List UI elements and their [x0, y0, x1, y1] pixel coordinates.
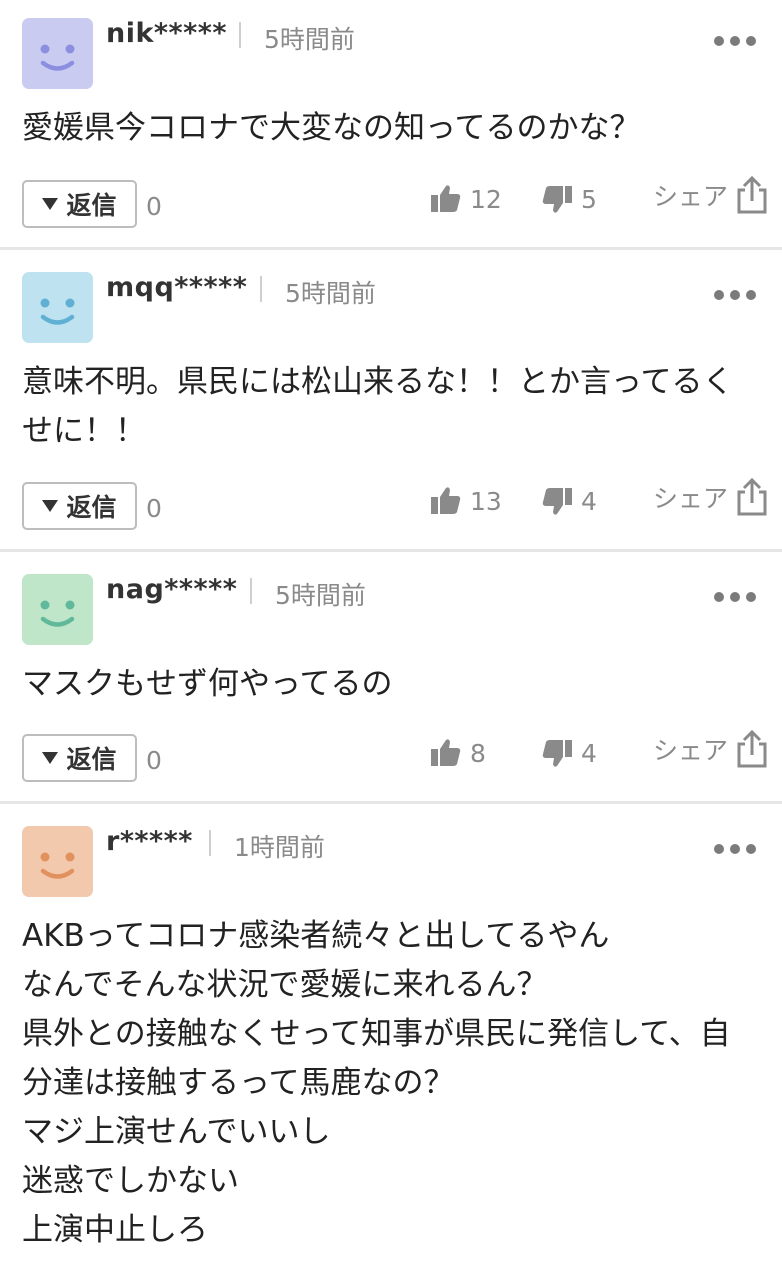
comment-line: 愛媛県今コロナで大変なの知ってるのかな？	[22, 110, 641, 146]
smiley-face-icon	[22, 18, 93, 89]
thumbs-up-icon	[431, 739, 461, 766]
reply-label: 返信	[66, 745, 117, 774]
avatar[interactable]	[22, 574, 93, 645]
comment-card: nik***** 5時間前 愛媛県今コロナで大変なの知ってるのかな？ 返信 0 …	[0, 0, 782, 247]
share-icon	[737, 478, 767, 516]
comment-actions: 返信 0 8 4 シェア	[0, 730, 782, 784]
thumbs-down-icon	[542, 740, 572, 767]
thumbs-down-icon	[542, 186, 572, 213]
comment-card: nag***** 5時間前 マスクもせず何やってるの 返信 0 8 4 シェア	[0, 552, 782, 801]
post-time: 5時間前	[285, 279, 376, 308]
dislike-count: 4	[581, 486, 597, 516]
like-count: 8	[470, 738, 486, 768]
comment-line: マジ上演せんでいいし	[22, 1114, 331, 1150]
comment-line: 上演中止しろ	[22, 1212, 208, 1248]
reply-button[interactable]: 返信	[22, 180, 137, 228]
reply-count: 0	[146, 494, 162, 523]
caret-down-icon	[42, 500, 59, 512]
header-divider	[209, 830, 211, 856]
more-options-icon[interactable]	[714, 36, 756, 46]
post-time: 5時間前	[264, 25, 355, 54]
username[interactable]: nik*****	[106, 18, 227, 49]
share-label: シェア	[652, 484, 728, 513]
share-button[interactable]: シェア	[653, 176, 768, 214]
comment-text: 愛媛県今コロナで大変なの知ってるのかな？	[22, 104, 762, 153]
like-count: 12	[470, 184, 502, 214]
dislike-count: 5	[581, 184, 597, 214]
comment-line: マスクもせず何やってるの	[22, 666, 393, 702]
share-label: シェア	[652, 182, 728, 211]
comment-text: 意味不明。県民には松山来るな！！とか言ってるく せに！！	[22, 358, 762, 456]
header-divider	[260, 276, 262, 302]
share-button[interactable]: シェア	[653, 730, 768, 768]
comment-text: AKBってコロナ感染者続々と出してるやん なんでそんな状況で愛媛に来れるん？ 県…	[22, 912, 762, 1255]
share-label: シェア	[652, 736, 728, 765]
reply-label: 返信	[66, 191, 117, 220]
comment-actions: 返信 0 12 5 シェア	[0, 176, 782, 230]
thumbs-up-icon	[431, 185, 461, 212]
comment-actions: 返信 0 13 4 シェア	[0, 478, 782, 532]
post-time: 1時間前	[234, 833, 325, 862]
more-options-icon[interactable]	[714, 844, 756, 854]
caret-down-icon	[42, 752, 59, 764]
post-time: 5時間前	[275, 581, 366, 610]
dislike-button[interactable]: 4	[541, 738, 597, 768]
like-count: 13	[470, 486, 502, 516]
comment-card: r***** 1時間前 AKBってコロナ感染者続々と出してるやん なんでそんな状…	[0, 804, 782, 1280]
more-options-icon[interactable]	[714, 290, 756, 300]
avatar[interactable]	[22, 826, 93, 897]
reply-button[interactable]: 返信	[22, 734, 137, 782]
username[interactable]: r*****	[106, 826, 193, 857]
username[interactable]: nag*****	[106, 574, 237, 605]
comment-line: なんでそんな状況で愛媛に来れるん？	[22, 967, 548, 1003]
comment-line: せに！！	[22, 413, 146, 449]
comment-line: AKBってコロナ感染者続々と出してるやん	[22, 918, 610, 954]
reply-label: 返信	[66, 493, 117, 522]
comment-line: 迷惑でしかない	[22, 1163, 239, 1199]
comment-card: mqq***** 5時間前 意味不明。県民には松山来るな！！とか言ってるく せに…	[0, 250, 782, 549]
smiley-face-icon	[22, 272, 93, 343]
comment-line: 分達は接触するって馬鹿なの？	[22, 1065, 455, 1101]
header-divider	[239, 22, 241, 48]
dislike-button[interactable]: 5	[541, 184, 597, 214]
smiley-face-icon	[22, 574, 93, 645]
like-button[interactable]: 12	[430, 184, 502, 214]
dislike-count: 4	[581, 738, 597, 768]
share-icon	[737, 176, 767, 214]
reply-count: 0	[146, 746, 162, 775]
more-options-icon[interactable]	[714, 592, 756, 602]
avatar[interactable]	[22, 272, 93, 343]
comment-line: 意味不明。県民には松山来るな！！とか言ってるく	[22, 364, 734, 400]
thumbs-down-icon	[542, 488, 572, 515]
like-button[interactable]: 13	[430, 486, 502, 516]
caret-down-icon	[42, 198, 59, 210]
header-divider	[250, 578, 252, 604]
smiley-face-icon	[22, 826, 93, 897]
reply-button[interactable]: 返信	[22, 482, 137, 530]
username[interactable]: mqq*****	[106, 272, 247, 303]
like-button[interactable]: 8	[430, 738, 486, 768]
dislike-button[interactable]: 4	[541, 486, 597, 516]
comment-line: 県外との接触なくせって知事が県民に発信して、自	[22, 1016, 731, 1052]
share-button[interactable]: シェア	[653, 478, 768, 516]
reply-count: 0	[146, 192, 162, 221]
comment-text: マスクもせず何やってるの	[22, 660, 762, 709]
share-icon	[737, 730, 767, 768]
thumbs-up-icon	[431, 487, 461, 514]
avatar[interactable]	[22, 18, 93, 89]
